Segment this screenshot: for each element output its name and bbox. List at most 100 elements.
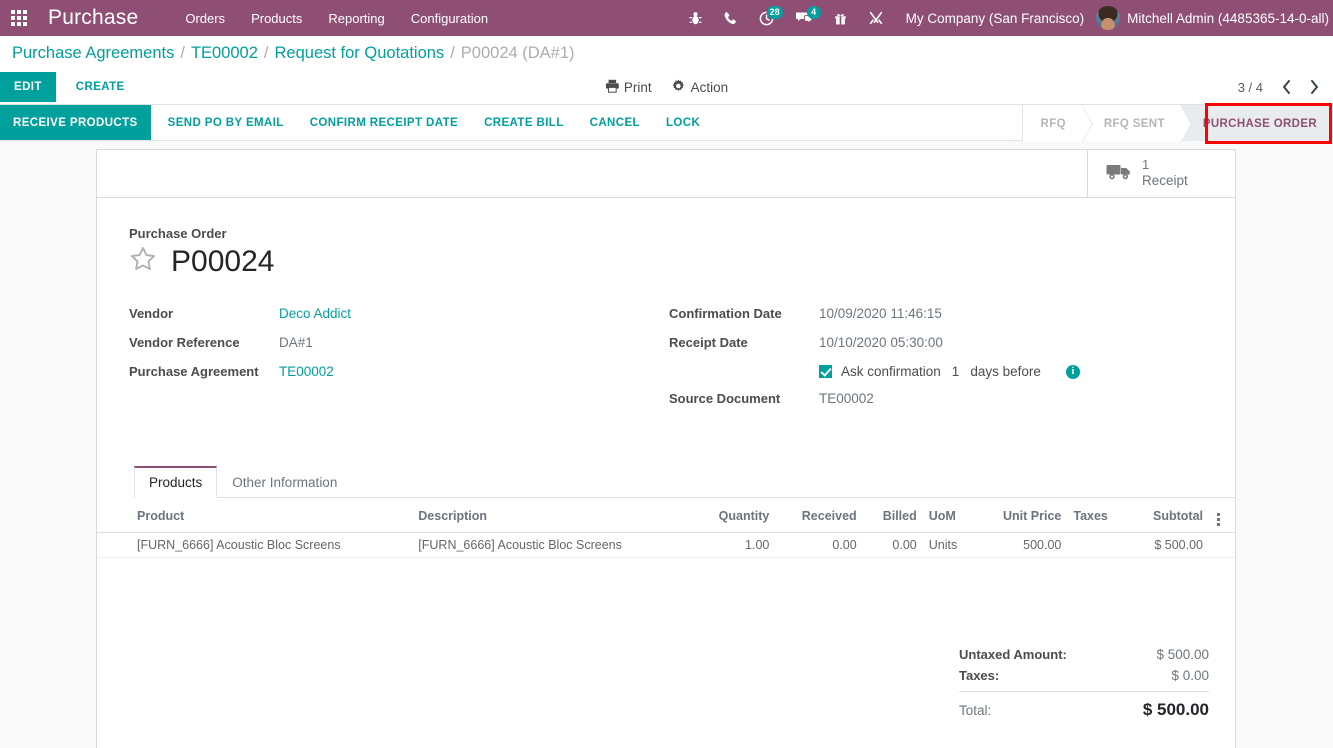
form-group-right: Confirmation Date 10/09/2020 11:46:15 Re… (669, 306, 1189, 420)
cell-product[interactable]: [FURN_6666] Acoustic Bloc Screens (131, 532, 413, 558)
user-name: Mitchell Admin (4485365-14-0-all) (1127, 10, 1329, 26)
ask-confirmation-label: Ask confirmation (841, 364, 941, 379)
cell-uom[interactable]: Units (922, 532, 976, 558)
breadcrumb-separator: / (450, 43, 455, 62)
reminder-days-suffix: days before (970, 364, 1041, 379)
menu-item-reporting[interactable]: Reporting (315, 2, 397, 35)
cell-description[interactable]: [FURN_6666] Acoustic Bloc Screens (412, 532, 694, 558)
column-optional-toggle[interactable] (1209, 498, 1235, 533)
column-description[interactable]: Description (412, 498, 694, 533)
wrench-tools-icon[interactable] (858, 0, 894, 36)
send-po-by-email-button[interactable]: SEND PO BY EMAIL (155, 105, 297, 140)
printer-icon (605, 79, 619, 96)
column-quantity[interactable]: Quantity (693, 498, 776, 533)
sheet-wrapper: 1 Receipt Purchase Order P00024 Vendor D… (96, 149, 1236, 748)
pager-value: 3 / 4 (1237, 79, 1263, 95)
company-name[interactable]: My Company (San Francisco) (894, 11, 1097, 26)
phone-icon[interactable] (713, 0, 748, 36)
form-groups: Vendor Deco Addict Vendor Reference DA#1… (97, 278, 1235, 420)
breadcrumb-item-te00002[interactable]: TE00002 (191, 44, 258, 63)
vertical-dots-icon[interactable] (1215, 513, 1222, 526)
cell-received[interactable]: 0.00 (775, 532, 863, 558)
menu-item-products[interactable]: Products (238, 2, 315, 35)
column-uom[interactable]: UoM (922, 498, 976, 533)
order-lines-head: Product Description Quantity Received Bi… (97, 498, 1235, 533)
column-received[interactable]: Received (775, 498, 863, 533)
cell-billed[interactable]: 0.00 (862, 532, 923, 558)
menu-item-orders[interactable]: Orders (172, 2, 238, 35)
table-header-row: Product Description Quantity Received Bi… (97, 498, 1235, 533)
tab-other-information[interactable]: Other Information (217, 466, 352, 498)
cell-taxes[interactable] (1067, 532, 1129, 558)
lock-button[interactable]: LOCK (653, 105, 713, 140)
stage-rfq-sent[interactable]: RFQ SENT (1081, 104, 1192, 143)
bug-icon[interactable] (678, 0, 713, 36)
star-outline-icon[interactable] (129, 245, 157, 278)
receipt-smart-button[interactable]: 1 Receipt (1087, 150, 1235, 197)
menu-item-configuration[interactable]: Configuration (398, 2, 501, 35)
column-product[interactable]: Product (131, 498, 413, 533)
control-panel: EDIT CREATE Print Action 3 / 4 (0, 70, 1333, 104)
button-box: 1 Receipt (97, 150, 1235, 198)
tab-products[interactable]: Products (134, 466, 218, 498)
field-confirmation-date-value: 10/09/2020 11:46:15 (819, 306, 942, 321)
action-button[interactable]: Action (672, 79, 729, 96)
field-vendor-reference-label: Vendor Reference (129, 335, 240, 350)
action-label: Action (690, 79, 729, 95)
statusbar: RECEIVE PRODUCTS SEND PO BY EMAIL CONFIR… (0, 103, 1333, 144)
column-subtotal[interactable]: Subtotal (1128, 498, 1209, 533)
create-button[interactable]: CREATE (62, 74, 139, 100)
totals: Untaxed Amount: $ 500.00 Taxes: $ 0.00 T… (959, 644, 1209, 723)
main-menu: Orders Products Reporting Configuration (172, 2, 501, 35)
field-vendor-reference-value: DA#1 (279, 335, 313, 350)
column-billed[interactable]: Billed (862, 498, 923, 533)
messages-count-badge: 4 (806, 6, 821, 19)
column-handle (97, 498, 131, 533)
row-handle[interactable] (97, 532, 131, 558)
pager-next-button[interactable] (1303, 75, 1325, 99)
messages-icon[interactable]: 4 (785, 0, 823, 36)
taxes-label: Taxes: (959, 668, 1000, 683)
stage-rfq[interactable]: RFQ (1022, 104, 1094, 143)
column-taxes[interactable]: Taxes (1067, 498, 1129, 533)
breadcrumb-item-purchase-agreements[interactable]: Purchase Agreements (12, 44, 174, 63)
app-brand-purchase[interactable]: Purchase (38, 6, 144, 30)
breadcrumb-separator: / (263, 43, 269, 62)
cancel-button[interactable]: CANCEL (577, 105, 653, 140)
receive-products-button[interactable]: RECEIVE PRODUCTS (0, 105, 151, 140)
field-purchase-agreement-value[interactable]: TE00002 (279, 364, 334, 379)
cell-unit-price[interactable]: 500.00 (975, 532, 1068, 558)
status-pipeline: RFQ RFQ SENT PURCHASE ORDER (1021, 103, 1333, 144)
table-row[interactable]: [FURN_6666] Acoustic Bloc Screens [FURN_… (97, 532, 1235, 558)
notebook-tabs: Products Other Information (134, 466, 1235, 498)
column-unit-price[interactable]: Unit Price (975, 498, 1068, 533)
gift-icon[interactable] (823, 0, 858, 36)
receipt-button-text: 1 Receipt (1142, 157, 1188, 189)
avatar (1096, 6, 1121, 30)
total-label: Total: (959, 703, 992, 718)
notebook: Products Other Information Product Descr… (97, 466, 1235, 723)
cell-quantity[interactable]: 1.00 (693, 532, 776, 558)
activity-clock-icon[interactable]: 28 (748, 0, 785, 36)
apps-grid-dots (11, 10, 27, 26)
create-bill-button[interactable]: CREATE BILL (471, 105, 577, 140)
receipt-label: Receipt (1142, 173, 1188, 189)
breadcrumb-separator: / (180, 43, 185, 62)
pager-previous-button[interactable] (1275, 75, 1297, 99)
print-button[interactable]: Print (605, 79, 652, 96)
content-area: 1 Receipt Purchase Order P00024 Vendor D… (0, 141, 1333, 748)
user-menu[interactable]: Mitchell Admin (4485365-14-0-all) (1096, 6, 1333, 30)
field-vendor-value[interactable]: Deco Addict (279, 306, 351, 321)
print-label: Print (623, 79, 652, 95)
edit-button[interactable]: EDIT (0, 72, 56, 102)
form-group-left: Vendor Deco Addict Vendor Reference DA#1… (129, 306, 669, 420)
ask-confirmation-checkbox[interactable] (819, 365, 832, 378)
reminder-days-value[interactable]: 1 (952, 364, 960, 379)
confirm-receipt-date-button[interactable]: CONFIRM RECEIPT DATE (297, 105, 471, 140)
info-circle-icon[interactable]: i (1065, 364, 1080, 379)
receipt-count: 1 (1142, 157, 1150, 173)
apps-grid-icon[interactable] (0, 0, 38, 36)
stage-purchase-order[interactable]: PURCHASE ORDER (1180, 105, 1333, 142)
cell-subtotal: $ 500.00 (1128, 532, 1209, 558)
breadcrumb-item-request-for-quotations[interactable]: Request for Quotations (275, 44, 445, 63)
